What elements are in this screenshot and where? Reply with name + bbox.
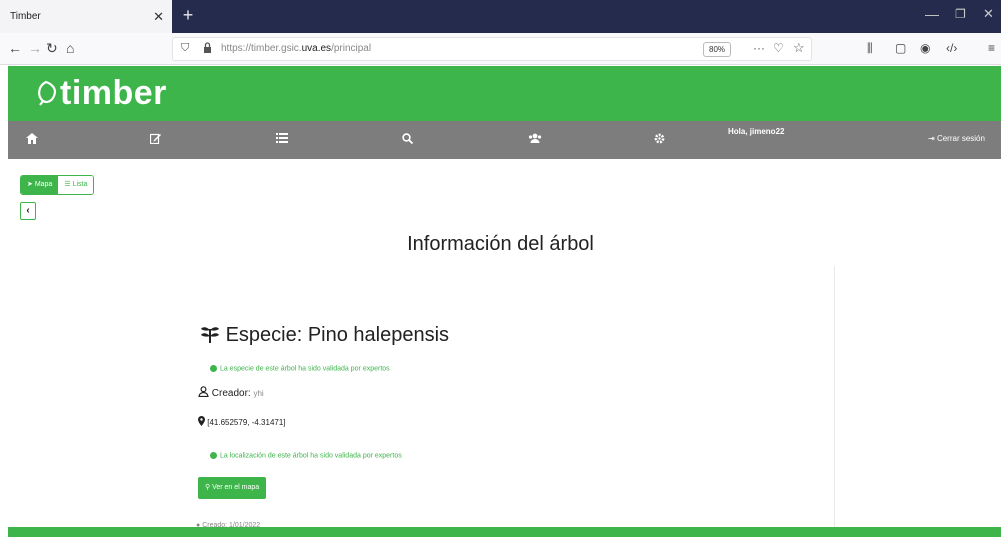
more-actions-icon[interactable]: ··· [753, 41, 765, 55]
search-icon[interactable] [402, 133, 414, 147]
sidebar-icon[interactable]: ▢ [895, 41, 906, 55]
back-arrow-icon[interactable]: ← [8, 40, 22, 56]
browser-tabstrip: Timber ✕ + — ❐ ✕ [0, 0, 1001, 33]
users-icon[interactable] [528, 133, 542, 146]
view-on-map-button[interactable]: ⚲ Ver en el mapa [198, 477, 267, 499]
map-view-button[interactable]: ➤ Mapa [21, 176, 59, 194]
map-marker-icon [198, 416, 207, 427]
check-circle-icon [210, 452, 217, 459]
pocket-icon[interactable]: ♡ [773, 41, 784, 55]
home-icon[interactable] [26, 133, 38, 147]
home-icon[interactable]: ⌂ [66, 40, 74, 56]
close-tab-icon[interactable]: ✕ [153, 9, 164, 25]
menu-icon[interactable]: ≡ [988, 41, 995, 55]
user-greeting[interactable]: Hola, jimeno22 [728, 127, 784, 136]
edit-icon[interactable] [149, 133, 161, 147]
account-icon[interactable]: ◉ [920, 41, 930, 55]
tab-title: Timber [10, 11, 41, 22]
gear-icon[interactable] [654, 133, 665, 147]
location-arrow-icon: ➤ [27, 181, 35, 188]
leaf-icon [34, 80, 58, 111]
devtools-icon[interactable]: ‹/› [946, 41, 957, 55]
coordinates-value: [41.652579, -4.31471] [207, 418, 286, 427]
site-nav: Hola, jimeno22 ⇥ Cerrar sesión [8, 121, 1001, 159]
page-title: Información del árbol [407, 233, 594, 255]
footer-bar [8, 527, 1001, 537]
tree-info-card: Especie: Pino halepensis La especie de e… [160, 266, 835, 529]
coordinates-row: [41.652579, -4.31471] [198, 416, 286, 427]
maximize-window-icon[interactable]: ❐ [955, 7, 966, 21]
list-icon[interactable] [276, 133, 288, 146]
minimize-window-icon[interactable]: — [925, 6, 939, 22]
species-heading: Especie: Pino halepensis [200, 324, 449, 347]
close-window-icon[interactable]: ✕ [983, 6, 994, 22]
url-text: https://timber.gsic.uva.es/principal [221, 43, 372, 54]
logout-button[interactable]: ⇥ Cerrar sesión [928, 134, 985, 143]
creator-value: yhi [253, 389, 264, 398]
forward-arrow-icon[interactable]: → [28, 40, 42, 56]
check-circle-icon [210, 365, 217, 372]
chevron-left-icon: ‹ [26, 205, 30, 216]
site-header: timber [8, 66, 1001, 121]
sign-out-icon: ⇥ [928, 134, 937, 143]
list-view-button[interactable]: ☰ Lista [58, 176, 94, 194]
new-tab-icon[interactable]: + [178, 5, 198, 26]
view-toggle: ➤ Mapa ☰ Lista [20, 175, 95, 195]
browser-tab[interactable]: Timber ✕ [0, 0, 172, 33]
user-icon [198, 386, 212, 399]
lock-icon[interactable] [203, 42, 212, 56]
reload-icon[interactable]: ↻ [46, 40, 58, 57]
species-validation-status: La especie de este árbol ha sido validad… [210, 365, 390, 372]
site-logo[interactable]: timber [60, 74, 167, 113]
creator-row: Creador: yhi [198, 386, 264, 399]
list-icon: ☰ [64, 181, 73, 188]
url-bar[interactable]: ⛉ https://timber.gsic.uva.es/principal 8… [172, 37, 812, 61]
species-label: Especie: Pino halepensis [225, 324, 450, 346]
shield-icon[interactable]: ⛉ [181, 42, 189, 55]
back-button[interactable]: ‹ [20, 202, 36, 220]
location-validation-status: La localización de este árbol ha sido va… [210, 452, 402, 459]
browser-toolbar: ← → ↻ ⌂ ⛉ https://timber.gsic.uva.es/pri… [0, 33, 1001, 65]
bookmark-star-icon[interactable]: ☆ [793, 40, 805, 56]
library-icon[interactable]: ⫼ [867, 41, 873, 56]
plant-icon [200, 324, 226, 346]
creator-label: Creador: [211, 388, 251, 399]
zoom-level-badge[interactable]: 80% [703, 42, 732, 57]
